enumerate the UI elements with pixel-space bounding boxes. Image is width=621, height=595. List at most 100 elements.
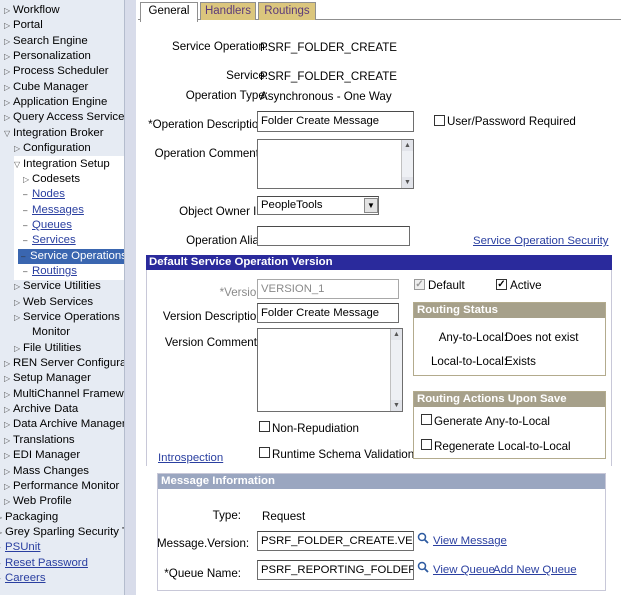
- message-version-input[interactable]: PSRF_FOLDER_CREATE.VERSION_1: [257, 531, 414, 551]
- lookup-magnifier-icon[interactable]: [417, 561, 429, 576]
- sidebar-item-reset-password[interactable]: –Reset Password: [0, 556, 88, 571]
- nav-scrollbar[interactable]: [124, 0, 136, 595]
- sidebar-item-grey-sparling-security-tools[interactable]: ▷Grey Sparling Security Tools: [0, 525, 124, 540]
- nav-item-label: Personalization: [13, 50, 91, 63]
- sidebar-item-mass-changes[interactable]: ▷ Mass Changes: [4, 464, 89, 479]
- active-checkbox[interactable]: ✓: [496, 279, 507, 290]
- scroll-up-icon[interactable]: ▲: [391, 329, 402, 340]
- sidebar-item-cube-manager[interactable]: ▷ Cube Manager: [4, 80, 88, 95]
- operation-description-input[interactable]: Folder Create Message: [257, 111, 414, 132]
- collapsed-arrow-icon: ▷: [4, 405, 11, 415]
- sidebar-item-setup-manager[interactable]: ▷ Setup Manager: [4, 371, 91, 386]
- link-dash-icon: –: [23, 266, 28, 276]
- sidebar-item-performance-monitor[interactable]: ▷ Performance Monitor: [4, 479, 119, 494]
- sidebar-item-nodes[interactable]: – Nodes: [23, 187, 65, 202]
- version-comments-textarea[interactable]: ▲ ▼: [257, 328, 403, 412]
- collapsed-arrow-icon: ▷: [4, 113, 11, 123]
- sidebar-item-query-access-services[interactable]: ▷ Query Access Services: [4, 110, 124, 125]
- scroll-up-icon[interactable]: ▲: [402, 140, 413, 151]
- link-dash-icon: –: [23, 220, 28, 230]
- sidebar-item-edi-manager[interactable]: ▷ EDI Manager: [4, 448, 80, 463]
- object-owner-label: Object Owner ID:: [179, 205, 268, 218]
- operation-alias-label: Operation Alias:: [186, 234, 268, 247]
- sidebar-item-codesets[interactable]: ▷ Codesets: [23, 172, 80, 187]
- type-label: Type:: [212, 509, 241, 522]
- tab-label: General: [148, 5, 190, 17]
- collapsed-arrow-icon: ▷: [14, 343, 21, 353]
- sidebar-item-application-engine[interactable]: ▷ Application Engine: [4, 95, 107, 110]
- default-label: Default: [428, 279, 465, 292]
- tab-routings[interactable]: Routings: [258, 2, 316, 20]
- operation-comments-textarea[interactable]: ▲ ▼: [257, 139, 414, 189]
- service-value: PSRF_FOLDER_CREATE: [260, 70, 398, 83]
- sidebar-item-service-utilities[interactable]: ▷ Service Utilities: [14, 279, 101, 294]
- sidebar-item-data-archive-manager[interactable]: ▷ Data Archive Manager: [4, 417, 124, 432]
- sidebar-item-configuration[interactable]: ▷ Configuration: [14, 141, 91, 156]
- sidebar-item-file-utilities[interactable]: ▷ File Utilities: [14, 341, 81, 356]
- tab-label: Handlers: [204, 5, 252, 17]
- collapsed-arrow-icon: ▷: [4, 389, 11, 399]
- runtime-validation-checkbox[interactable]: [259, 447, 270, 458]
- sidebar-item-web-services[interactable]: ▷ Web Services: [14, 295, 93, 310]
- sidebar-item-service-operations[interactable]: ▷ Service Operations: [14, 310, 120, 325]
- add-new-queue-link[interactable]: Add New Queue: [493, 564, 577, 576]
- sidebar-item-process-scheduler[interactable]: ▷ Process Scheduler: [4, 64, 109, 79]
- sidebar-item-portal[interactable]: ▷ Portal: [4, 18, 43, 33]
- link-dash-icon: –: [23, 205, 28, 215]
- message-information-header: Message Information: [158, 474, 605, 489]
- scroll-down-icon[interactable]: ▼: [391, 400, 402, 411]
- sidebar-item-ren-server-configuration[interactable]: ▷REN Server Configuration: [4, 356, 124, 371]
- operation-comments-label: Operation Comments:: [154, 147, 268, 160]
- sidebar-item-psunit[interactable]: –PSUnit: [0, 540, 40, 555]
- sidebar-item-service-operations[interactable]: – Service Operations: [18, 248, 124, 264]
- collapsed-arrow-icon: ▷: [4, 98, 11, 108]
- nav-item-label: Translations: [13, 433, 75, 446]
- sidebar-item-packaging[interactable]: ▷Packaging: [0, 510, 58, 525]
- lookup-magnifier-icon[interactable]: [417, 532, 429, 547]
- collapsed-arrow-icon: ▷: [4, 481, 11, 491]
- chevron-down-icon[interactable]: ▼: [364, 198, 378, 213]
- sidebar-item-messages[interactable]: – Messages: [23, 203, 84, 218]
- sidebar-item-archive-data[interactable]: ▷ Archive Data: [4, 402, 78, 417]
- nav-item-label: Mass Changes: [13, 464, 89, 477]
- nav-item-label: Process Scheduler: [13, 65, 109, 78]
- version-description-input[interactable]: Folder Create Message: [257, 303, 399, 323]
- sidebar-item-queues[interactable]: – Queues: [23, 218, 72, 233]
- collapsed-arrow-icon: ▷: [4, 435, 11, 445]
- sidebar-item-careers[interactable]: –Careers: [0, 571, 46, 586]
- sidebar-item-integration-broker[interactable]: ▽ Integration Broker: [4, 126, 104, 141]
- sidebar-item-personalization[interactable]: ▷ Personalization: [4, 49, 91, 64]
- non-repudiation-checkbox[interactable]: [259, 421, 270, 432]
- tab-handlers[interactable]: Handlers: [200, 2, 256, 20]
- introspection-link[interactable]: Introspection: [158, 452, 223, 464]
- operation-alias-input[interactable]: [257, 226, 410, 246]
- sidebar-item-workflow[interactable]: ▷ Workflow: [4, 3, 60, 18]
- nav-item-label: Configuration: [23, 142, 91, 155]
- sidebar-item-services[interactable]: – Services: [23, 233, 76, 248]
- nav-item-label: Services: [32, 234, 76, 247]
- user-password-checkbox[interactable]: [434, 115, 445, 126]
- sidebar-item-integration-setup[interactable]: ▽ Integration Setup: [14, 157, 110, 172]
- version-input: VERSION_1: [257, 279, 399, 299]
- sidebar-item-search-engine[interactable]: ▷ Search Engine: [4, 34, 88, 49]
- sidebar-item-multichannel-framework[interactable]: ▷MultiChannel Framework: [4, 387, 124, 402]
- generate-any-to-local-checkbox[interactable]: [421, 414, 432, 425]
- textarea-scrollbar[interactable]: ▲ ▼: [401, 140, 413, 188]
- view-message-link[interactable]: View Message: [433, 535, 507, 547]
- sidebar-item-translations[interactable]: ▷ Translations: [4, 433, 75, 448]
- service-operation-security-link[interactable]: Service Operation Security: [473, 235, 608, 247]
- scroll-down-icon[interactable]: ▼: [402, 177, 413, 188]
- queue-name-input[interactable]: PSRF_REPORTING_FOLDERS: [257, 560, 414, 580]
- object-owner-value: PeopleTools: [261, 199, 323, 211]
- sidebar-item-routings[interactable]: – Routings: [23, 264, 77, 279]
- regenerate-local-to-local-checkbox[interactable]: [421, 439, 432, 450]
- link-dash-icon: –: [23, 190, 28, 200]
- tab-general[interactable]: General: [140, 2, 198, 22]
- textarea-scrollbar[interactable]: ▲ ▼: [390, 329, 402, 411]
- nav-item-label: Query Access Services: [13, 111, 124, 124]
- collapsed-arrow-icon: ▷: [4, 36, 11, 46]
- view-queue-link[interactable]: View Queue: [433, 564, 495, 576]
- sidebar-item-web-profile[interactable]: ▷ Web Profile: [4, 494, 72, 509]
- object-owner-select[interactable]: PeopleTools: [257, 196, 379, 215]
- service-operation-label: Service Operation:: [171, 40, 268, 53]
